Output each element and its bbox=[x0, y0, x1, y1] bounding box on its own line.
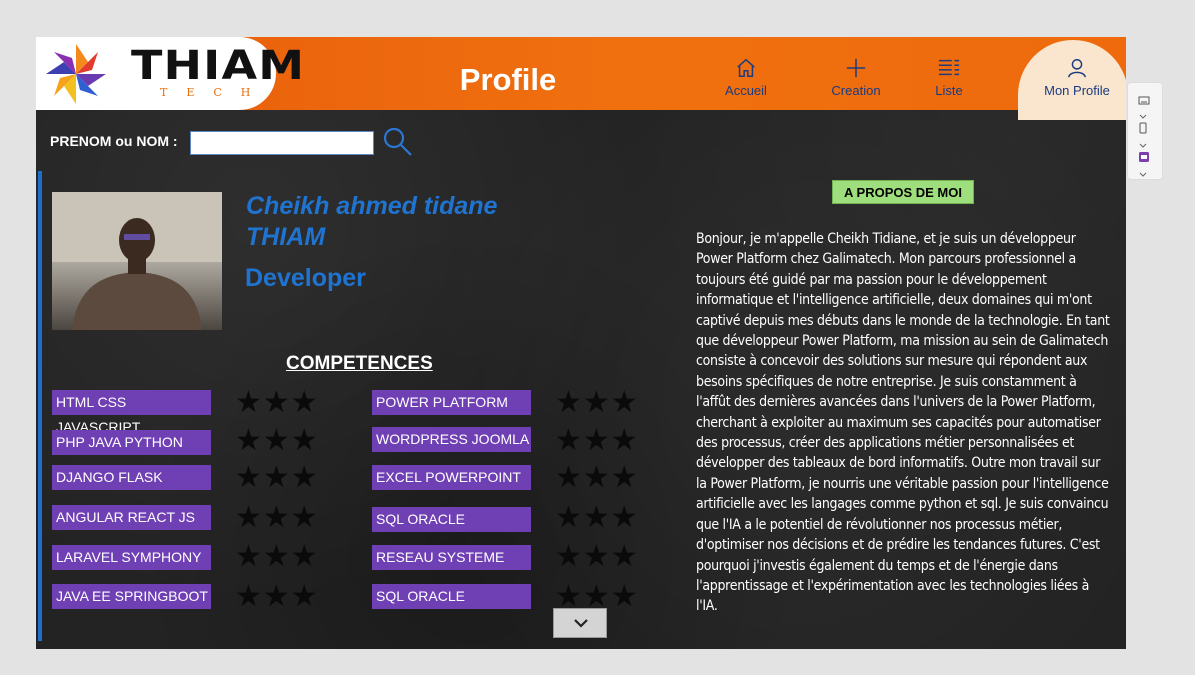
search-input[interactable] bbox=[190, 131, 374, 155]
plus-icon bbox=[846, 58, 866, 78]
skill-item: SQL ORACLE bbox=[372, 584, 531, 609]
about-title: A PROPOS DE MOI bbox=[832, 180, 974, 204]
star-rating: ★★★ bbox=[235, 501, 319, 534]
star-rating: ★★★ bbox=[235, 424, 319, 457]
list-icon bbox=[938, 59, 960, 76]
skill-item: POWER PLATFORM bbox=[372, 390, 531, 415]
home-icon bbox=[737, 58, 755, 77]
skill-item: PHP JAVA PYTHON bbox=[52, 430, 211, 455]
profile-photo bbox=[52, 192, 222, 330]
skill-item: WORDPRESS JOOMLA bbox=[372, 427, 531, 452]
person-name: Cheikh ahmed tidane THIAM bbox=[246, 192, 498, 251]
logo-wordmark: THIAM bbox=[131, 43, 306, 89]
skill-item: DJANGO FLASK bbox=[52, 465, 211, 490]
side-toolbar bbox=[1127, 82, 1163, 180]
star-rating: ★★★ bbox=[555, 424, 639, 457]
nav-liste-label: Liste bbox=[935, 83, 963, 98]
logo-subtext: TECH bbox=[160, 86, 270, 99]
logo: THIAM TECH bbox=[36, 37, 304, 110]
star-rating: ★★★ bbox=[555, 461, 639, 494]
nav-mon-profile-label: Mon Profile bbox=[1044, 83, 1110, 98]
user-icon bbox=[1068, 59, 1086, 78]
competences-title: COMPETENCES bbox=[286, 353, 433, 374]
nav-accueil-label: Accueil bbox=[725, 83, 767, 98]
page-title: Profile bbox=[459, 62, 557, 97]
chevron-down-icon bbox=[574, 619, 588, 628]
skill-item: LARAVEL SYMPHONY bbox=[52, 545, 211, 570]
skill-item: SQL ORACLE bbox=[372, 507, 531, 532]
star-rating: ★★★ bbox=[555, 540, 639, 573]
header-bar: THIAM TECH Profile Accueil Creation List… bbox=[36, 37, 1126, 120]
nav-liste[interactable]: Liste bbox=[906, 57, 992, 98]
left-accent-bar bbox=[38, 171, 42, 641]
star-rating: ★★★ bbox=[235, 540, 319, 573]
nav-creation-label: Creation bbox=[831, 83, 881, 98]
skill-item: RESEAU SYSTEME bbox=[372, 545, 531, 570]
search-icon[interactable] bbox=[382, 126, 414, 158]
search-label: PRENOM ou NOM : bbox=[50, 133, 178, 149]
star-rating: ★★★ bbox=[235, 461, 319, 494]
person-role: Developer bbox=[245, 264, 366, 292]
star-rating: ★★★ bbox=[235, 580, 319, 613]
pinwheel-logo-icon bbox=[46, 44, 106, 104]
star-rating: ★★★ bbox=[555, 501, 639, 534]
nav-accueil[interactable]: Accueil bbox=[703, 57, 789, 98]
skill-item: EXCEL POWERPOINT bbox=[372, 465, 531, 490]
skill-item: JAVA EE SPRINGBOOT bbox=[52, 584, 211, 609]
person-silhouette bbox=[52, 192, 222, 330]
skill-item: ANGULAR REACT JS bbox=[52, 505, 211, 530]
star-rating: ★★★ bbox=[235, 386, 319, 419]
app-canvas: THIAM TECH Profile Accueil Creation List… bbox=[36, 37, 1126, 649]
star-rating: ★★★ bbox=[555, 386, 639, 419]
nav-mon-profile[interactable]: Mon Profile bbox=[1030, 57, 1124, 98]
scroll-down-button[interactable] bbox=[553, 608, 607, 638]
about-text: Bonjour, je m'appelle Cheikh Tidiane, et… bbox=[696, 231, 1110, 615]
skill-item: HTML CSS JAVASCRIPT bbox=[52, 390, 211, 435]
chevron-down-icon[interactable] bbox=[1138, 165, 1148, 183]
nav-creation[interactable]: Creation bbox=[813, 57, 899, 98]
